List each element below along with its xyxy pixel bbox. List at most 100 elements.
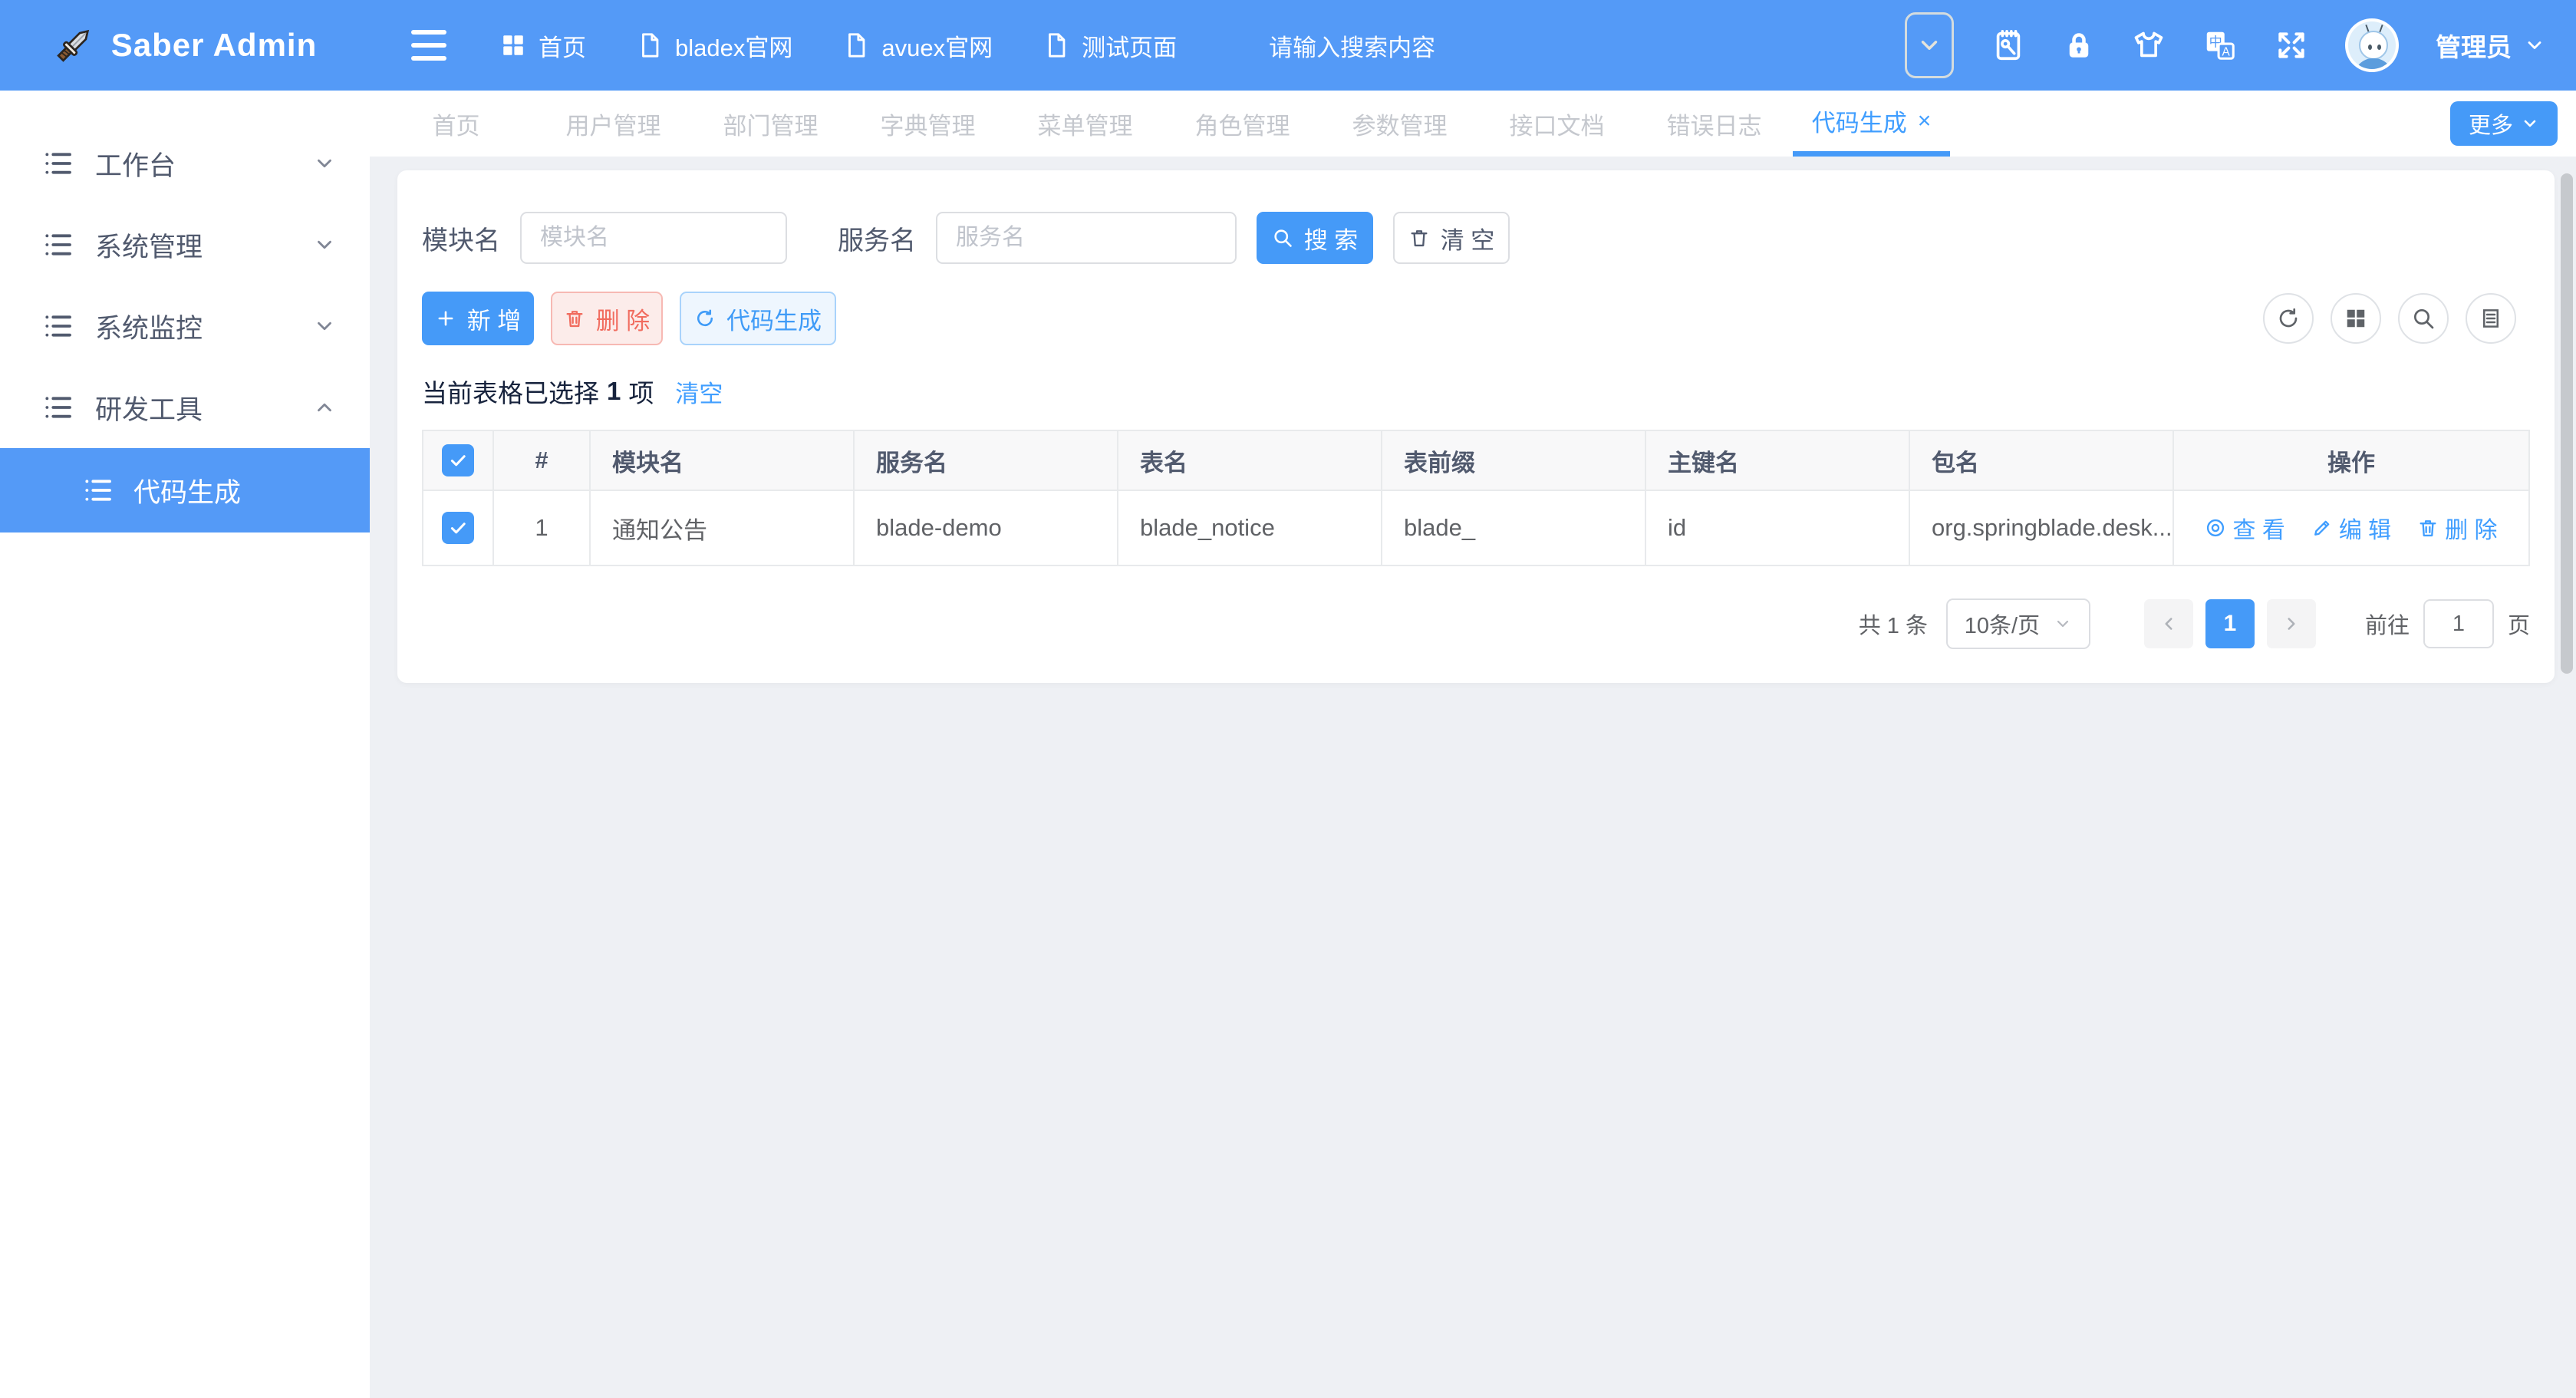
top-nav-avuex[interactable]: avuex官网 <box>843 28 993 63</box>
cell-actions: 查 看 编 辑 <box>2173 490 2529 565</box>
selection-info: 当前表格已选择 1 项 清空 <box>422 373 2530 410</box>
tab-api-docs[interactable]: 接口文档 <box>1478 91 1636 157</box>
topbar-collapse-toggle[interactable] <box>1905 12 1954 78</box>
tab-menu-management[interactable]: 菜单管理 <box>1006 91 1164 157</box>
goto-label: 前往 <box>2365 608 2410 640</box>
refresh-icon <box>694 308 716 329</box>
tab-label: 错误日志 <box>1667 107 1762 141</box>
column-header-actions: 操作 <box>2173 430 2529 490</box>
close-icon[interactable]: × <box>1918 110 1932 133</box>
search-icon <box>1272 227 1293 249</box>
view-label: 查 看 <box>2232 511 2284 545</box>
tab-code-generation[interactable]: 代码生成 × <box>1793 91 1950 157</box>
module-name-input[interactable] <box>520 212 787 264</box>
tab-department-management[interactable]: 部门管理 <box>692 91 849 157</box>
tab-user-management[interactable]: 用户管理 <box>535 91 692 157</box>
app-title: Saber Admin <box>111 27 318 64</box>
page-size-select[interactable]: 10条/页 <box>1946 598 2090 649</box>
lock-icon <box>2063 29 2095 61</box>
service-name-input[interactable] <box>936 212 1237 264</box>
theme-button[interactable] <box>2132 28 2166 62</box>
menu-collapse-icon[interactable] <box>411 30 446 61</box>
fullscreen-button[interactable] <box>2275 28 2308 62</box>
delete-label: 删 除 <box>2445 511 2497 545</box>
toolbar-row: 新 增 删 除 代码生成 <box>422 292 2530 345</box>
plus-icon <box>435 308 456 329</box>
tab-role-management[interactable]: 角色管理 <box>1164 91 1321 157</box>
column-settings-button[interactable] <box>2466 293 2516 344</box>
more-tabs-button[interactable]: 更多 <box>2450 101 2558 146</box>
show-search-button[interactable] <box>2398 293 2449 344</box>
tab-home[interactable]: 首页 <box>377 91 535 157</box>
refresh-icon <box>2276 306 2301 331</box>
sidebar-item-system-management[interactable]: 系统管理 <box>0 204 370 285</box>
sidebar-item-workbench[interactable]: 工作台 <box>0 123 370 204</box>
column-header-package: 包名 <box>1909 430 2173 490</box>
grid-size-button[interactable] <box>2331 293 2381 344</box>
column-header-module: 模块名 <box>590 430 854 490</box>
page-number-1[interactable]: 1 <box>2205 599 2255 648</box>
add-button[interactable]: 新 增 <box>422 292 534 345</box>
dagger-icon <box>53 25 94 66</box>
sidebar-item-code-generation[interactable]: 代码生成 <box>0 448 370 532</box>
cell-table-name: blade_notice <box>1118 490 1382 565</box>
top-nav-test-page[interactable]: 测试页面 <box>1043 28 1177 63</box>
goto-page-input[interactable] <box>2423 599 2494 648</box>
prev-page-button[interactable] <box>2144 599 2193 648</box>
clear-selection-link[interactable]: 清空 <box>675 374 723 409</box>
tab-dictionary-management[interactable]: 字典管理 <box>849 91 1006 157</box>
page-size-value: 10条/页 <box>1965 608 2040 640</box>
refresh-grid-button[interactable] <box>2263 293 2314 344</box>
translate-icon-button[interactable]: 中 A <box>2202 28 2238 63</box>
tab-param-management[interactable]: 参数管理 <box>1321 91 1478 157</box>
column-header-service: 服务名 <box>854 430 1118 490</box>
clear-filters-button[interactable]: 清 空 <box>1393 212 1510 264</box>
select-all-checkbox[interactable] <box>442 444 474 476</box>
global-search-input[interactable]: 请输入搜索内容 <box>1269 28 1435 63</box>
user-avatar[interactable] <box>2345 18 2399 72</box>
next-page-button[interactable] <box>2267 599 2316 648</box>
top-nav-bladex[interactable]: bladex官网 <box>637 28 792 63</box>
document-icon <box>1043 32 1069 58</box>
sidebar-item-dev-tools[interactable]: 研发工具 <box>0 367 370 448</box>
debug-log-button[interactable] <box>1991 28 2026 63</box>
main-content: 模块名 服务名 搜 索 清 空 <box>370 157 2576 1398</box>
header-select-all <box>423 430 493 490</box>
grid-icon <box>2344 307 2367 330</box>
delete-button[interactable]: 删 除 <box>551 292 663 345</box>
chevron-down-icon <box>2521 114 2539 133</box>
list-icon <box>43 392 74 423</box>
logo: Saber Admin <box>0 0 370 91</box>
lock-screen-button[interactable] <box>2063 29 2095 61</box>
translate-icon: 中 A <box>2202 28 2238 63</box>
view-row-link[interactable]: 查 看 <box>2205 511 2284 545</box>
list-icon <box>43 229 74 260</box>
app-screen: Saber Admin 首页 bladex官网 <box>0 0 2576 1398</box>
top-nav-label: bladex官网 <box>675 28 792 63</box>
user-menu[interactable]: 管理员 <box>2436 27 2545 64</box>
fullscreen-icon <box>2275 28 2308 62</box>
delete-row-link[interactable]: 删 除 <box>2417 511 2497 545</box>
search-button-label: 搜 索 <box>1304 221 1359 256</box>
top-nav-label: 首页 <box>539 28 586 63</box>
chevron-down-icon <box>1916 32 1942 58</box>
code-generate-button[interactable]: 代码生成 <box>680 292 836 345</box>
edit-row-link[interactable]: 编 辑 <box>2311 511 2391 545</box>
cell-pk: id <box>1645 490 1909 565</box>
row-checkbox[interactable] <box>442 512 474 544</box>
vertical-scrollbar[interactable] <box>2561 173 2573 674</box>
chevron-left-icon <box>2159 614 2179 634</box>
list-icon <box>83 475 114 506</box>
user-name: 管理员 <box>2436 27 2512 64</box>
table-header-row: # 模块名 服务名 表名 表前缀 主键名 包名 操作 <box>423 430 2529 490</box>
tab-label: 部门管理 <box>723 107 819 141</box>
column-header-prefix: 表前缀 <box>1382 430 1645 490</box>
trash-icon <box>564 308 585 329</box>
sidebar-item-system-monitor[interactable]: 系统监控 <box>0 285 370 367</box>
search-button[interactable]: 搜 索 <box>1257 212 1373 264</box>
top-nav-home[interactable]: 首页 <box>500 28 586 63</box>
delete-icon <box>2417 517 2439 539</box>
tab-label: 代码生成 <box>1812 104 1907 138</box>
filter-row: 模块名 服务名 搜 索 清 空 <box>422 212 2530 264</box>
tab-error-log[interactable]: 错误日志 <box>1636 91 1793 157</box>
